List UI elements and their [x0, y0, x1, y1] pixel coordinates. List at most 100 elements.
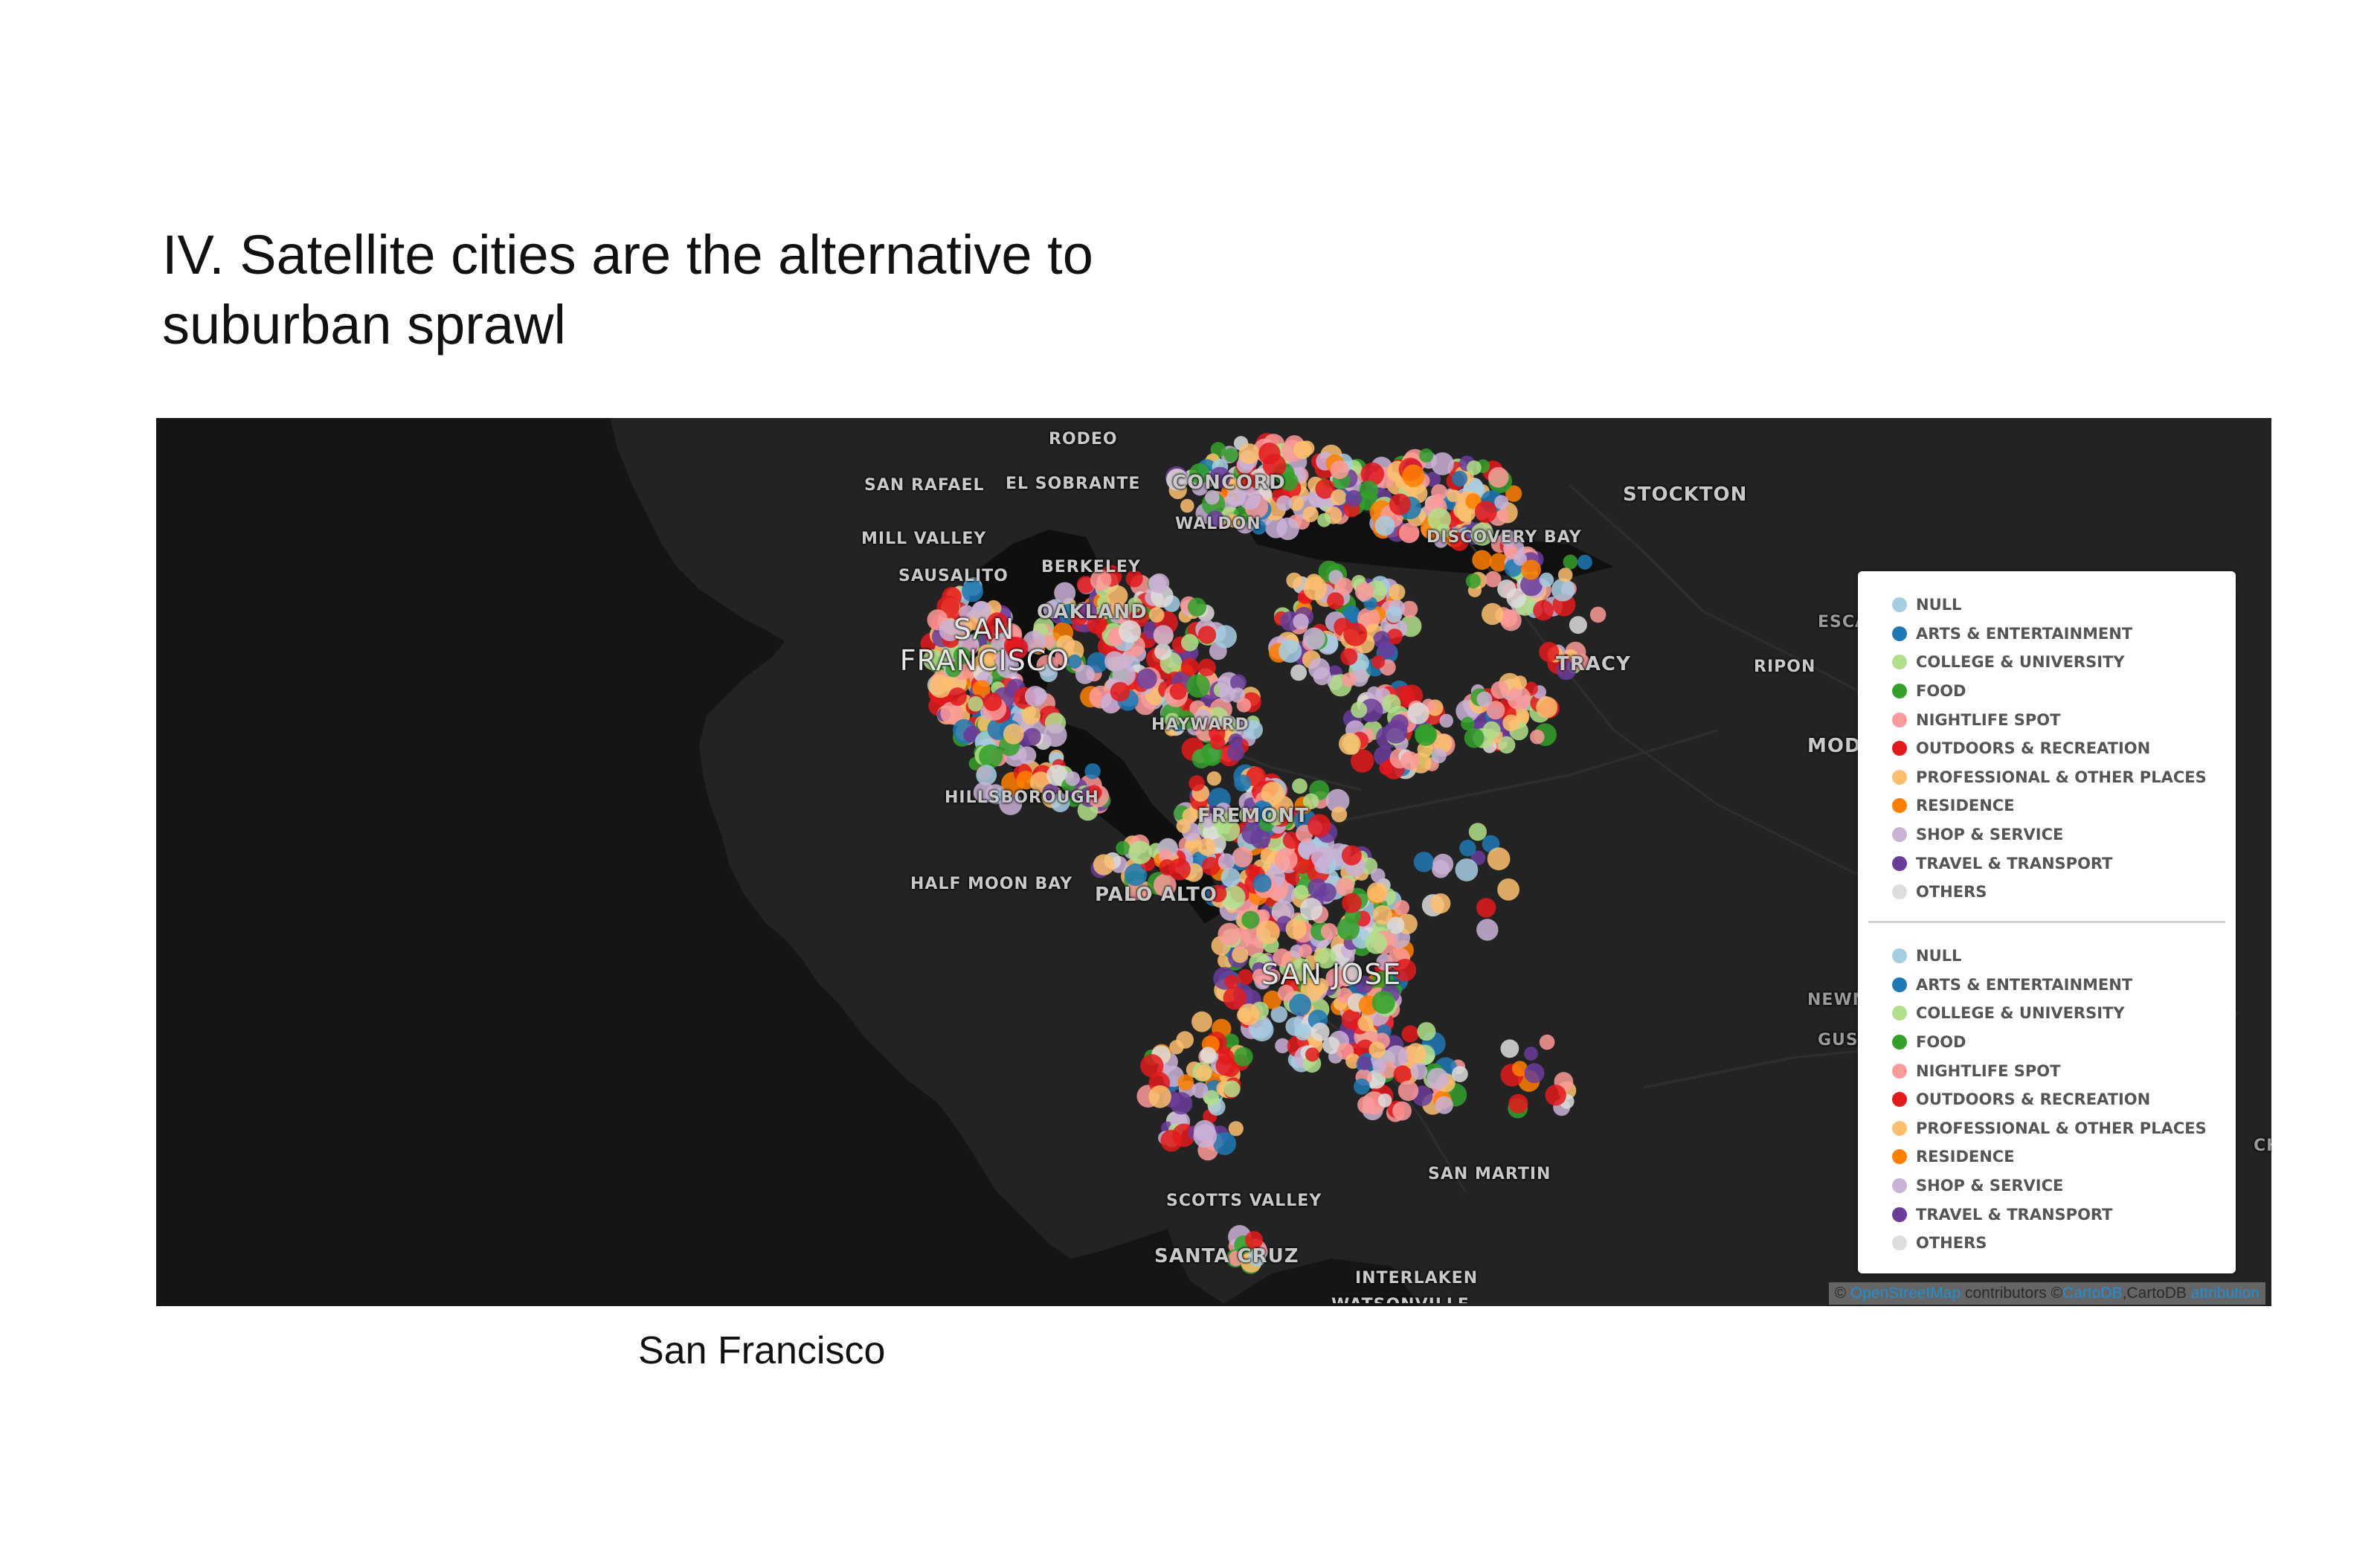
poi-dot — [1500, 1039, 1519, 1058]
legend-swatch — [1892, 977, 1907, 992]
poi-dot — [1430, 893, 1451, 914]
map-view[interactable]: RODEO SAN RAFAEL EL SOBRANTE CONCORD STO… — [156, 418, 2271, 1306]
legend-label: RESIDENCE — [1916, 1148, 2015, 1166]
poi-dot — [1300, 898, 1323, 921]
poi-dot — [1494, 495, 1509, 510]
poi-dot — [983, 692, 1003, 711]
place-label-discovery-bay: DISCOVERY BAY — [1427, 528, 1582, 547]
poi-dot — [1407, 702, 1429, 724]
poi-dot — [1003, 723, 1024, 745]
place-label-hillsborough: HILLSBOROUGH — [945, 788, 1099, 807]
poi-dot — [1180, 658, 1199, 676]
poi-dot — [1366, 686, 1382, 701]
poi-dot — [1476, 691, 1493, 707]
poi-dot — [1279, 639, 1302, 663]
poi-dot — [1293, 884, 1309, 900]
poi-dot — [1189, 775, 1205, 791]
poi-dot — [1536, 696, 1558, 719]
poi-dot — [1214, 625, 1237, 649]
poi-dot — [1351, 701, 1368, 719]
cartodb-link[interactable]: CartoDB — [2062, 1285, 2123, 1302]
openstreetmap-link[interactable]: OpenStreetMap — [1850, 1285, 1961, 1302]
legend-item: FOOD — [1858, 677, 2236, 706]
poi-dot — [1400, 751, 1420, 771]
poi-dot — [1308, 658, 1330, 680]
poi-dot — [1465, 573, 1481, 589]
poi-dot — [1339, 733, 1361, 755]
poi-dot — [1452, 1066, 1468, 1082]
place-label-ch: CH — [2254, 1137, 2271, 1155]
poi-dot — [1298, 944, 1313, 958]
slide-title: IV. Satellite cities are the alternative… — [162, 220, 1278, 360]
poi-dot — [1084, 763, 1101, 780]
poi-dot — [1274, 848, 1298, 871]
poi-dot — [1110, 681, 1130, 702]
poi-dot — [1371, 868, 1386, 883]
poi-dot — [1389, 584, 1406, 601]
poi-dot — [1379, 761, 1393, 775]
legend-label: FOOD — [1916, 1033, 1966, 1052]
poi-dot — [1366, 882, 1388, 903]
poi-dot — [1303, 627, 1325, 650]
poi-dot — [1024, 686, 1046, 707]
poi-dot — [1577, 554, 1592, 570]
poi-dot — [1234, 774, 1252, 792]
poi-dot — [1357, 1055, 1372, 1070]
poi-dot — [1023, 727, 1041, 746]
poi-dot — [979, 744, 1003, 768]
poi-dot — [1223, 448, 1238, 463]
poi-dot — [1432, 853, 1454, 875]
poi-dot — [1330, 460, 1349, 480]
poi-dot — [1337, 917, 1360, 941]
poi-dot — [1377, 1093, 1392, 1108]
legend-swatch — [1892, 948, 1907, 964]
place-label-berkeley: BERKELEY — [1041, 558, 1141, 576]
legend-item: PROFESSIONAL & OTHER PLACES — [1858, 1114, 2236, 1143]
attribution-link[interactable]: attribution — [2191, 1285, 2260, 1302]
poi-dot — [1293, 613, 1309, 630]
poi-dot — [948, 687, 967, 706]
poi-dot — [1488, 466, 1509, 488]
poi-dot — [1502, 714, 1520, 732]
poi-dot — [1220, 867, 1241, 887]
legend-item: ARTS & ENTERTAINMENT — [1858, 971, 2236, 1000]
legend-swatch — [1892, 1120, 1907, 1136]
legend-label: NIGHTLIFE SPOT — [1916, 1061, 2061, 1080]
poi-dot — [1490, 681, 1509, 699]
legend-item: RESIDENCE — [1858, 791, 2236, 820]
poi-dot — [1521, 559, 1541, 580]
poi-dot — [1382, 694, 1401, 713]
place-label-el-sobrante: EL SOBRANTE — [1006, 475, 1141, 493]
place-label-modesto: MOD — [1807, 735, 1862, 757]
poi-dot — [1195, 1064, 1212, 1081]
poi-dot — [1305, 573, 1322, 591]
place-label-tracy: TRACY — [1556, 653, 1631, 675]
poi-dot — [1485, 571, 1502, 588]
poi-dot — [1317, 883, 1337, 902]
poi-dot — [1160, 1130, 1183, 1152]
poi-dot — [1341, 672, 1357, 687]
legend-swatch — [1892, 1178, 1907, 1194]
poi-dot — [1431, 748, 1447, 764]
legend-label: NULL — [1916, 596, 1962, 614]
place-label-san-francisco-1: SAN — [953, 613, 1015, 646]
legend-label: COLLEGE & UNIVERSITY — [1916, 1004, 2125, 1023]
legend-swatch — [1892, 1035, 1907, 1050]
poi-dot — [1140, 1054, 1164, 1078]
poi-dot — [1191, 1011, 1212, 1032]
poi-dot — [1327, 592, 1345, 610]
slide-title-line-1: IV. Satellite cities are the alternative… — [162, 224, 1093, 286]
poi-dot — [1128, 841, 1152, 864]
poi-dot — [1474, 501, 1497, 523]
legend-item: NIGHTLIFE SPOT — [1858, 1056, 2236, 1085]
poi-dot — [1093, 854, 1115, 875]
poi-dot — [1191, 1082, 1209, 1099]
legend-swatch — [1892, 1006, 1907, 1021]
poi-dot — [1194, 1119, 1215, 1142]
legend-item: ARTS & ENTERTAINMENT — [1858, 620, 2236, 649]
poi-dot — [1507, 686, 1531, 710]
poi-dot — [1176, 1031, 1194, 1049]
poi-dot — [1285, 918, 1307, 940]
poi-dot — [1308, 814, 1331, 838]
attribution-contributors: contributors © — [1965, 1285, 2063, 1302]
